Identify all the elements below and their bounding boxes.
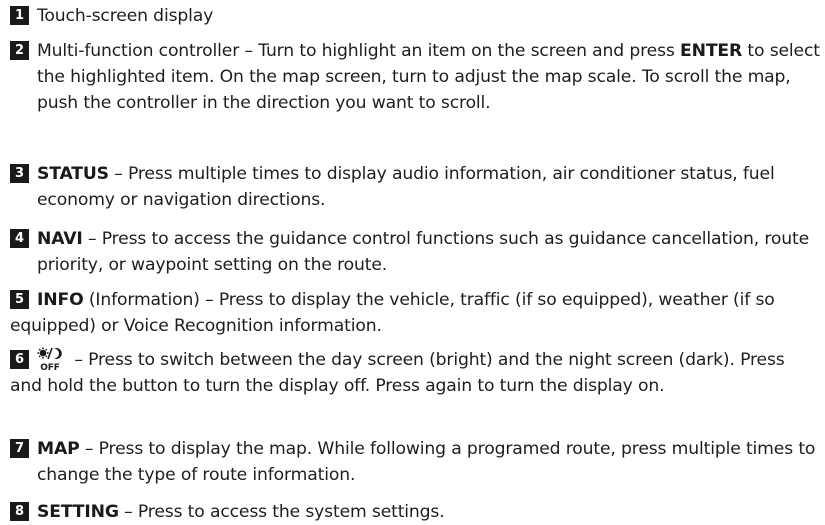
item-number-badge: 1 [10, 6, 29, 25]
manual-page: 1 Touch-screen display 2 Multi-function … [0, 0, 825, 522]
item-description: NAVI – Press to access the guidance cont… [37, 226, 821, 278]
key-label-enter: ENTER [680, 41, 743, 61]
item-number-badge: 5 [10, 290, 29, 309]
item-description: INFO (Information) – Press to display th… [10, 287, 821, 339]
off-label: OFF [40, 363, 60, 371]
key-label-navi: NAVI [37, 229, 83, 249]
item-text-after: – Press to display the map. While follow… [37, 439, 816, 485]
item-text: Touch-screen display [37, 6, 214, 26]
item-text-after: – Press to access the guidance control f… [37, 229, 810, 275]
list-item-6: 6 OFF – Press to switch between the day … [10, 347, 821, 399]
item-text-after: (Information) – Press to display the veh… [10, 290, 775, 336]
list-item-4: 4 NAVI – Press to access the guidance co… [10, 226, 821, 278]
item-description: OFF – Press to switch between the day sc… [10, 347, 821, 399]
day-night-off-icon: OFF [37, 347, 62, 371]
item-description: Touch-screen display [37, 3, 821, 29]
item-description: MAP – Press to display the map. While fo… [37, 436, 821, 488]
item-description: Multi-function controller – Turn to high… [37, 38, 821, 116]
item-number-badge: 4 [10, 229, 29, 248]
item-number-badge: 7 [10, 439, 29, 458]
key-label-status: STATUS [37, 164, 109, 184]
list-item-8: 8 SETTING – Press to access the system s… [10, 499, 821, 525]
list-item-3: 3 STATUS – Press multiple times to displ… [10, 161, 821, 213]
key-label-map: MAP [37, 439, 80, 459]
list-item-2: 2 Multi-function controller – Turn to hi… [10, 38, 821, 116]
item-text-after: – Press multiple times to display audio … [37, 164, 775, 210]
item-text-after: – Press to switch between the day screen… [10, 350, 785, 396]
list-item-7: 7 MAP – Press to display the map. While … [10, 436, 821, 488]
list-item-1: 1 Touch-screen display [10, 3, 821, 29]
item-text-before: Multi-function controller – Turn to high… [37, 41, 681, 61]
key-label-setting: SETTING [37, 502, 119, 522]
item-number-badge: 8 [10, 502, 29, 521]
item-text-after: – Press to access the system settings. [118, 502, 445, 522]
item-number-badge: 2 [10, 41, 29, 60]
key-label-info: INFO [37, 290, 84, 310]
item-number-badge: 6 [10, 350, 29, 369]
list-item-5: 5 INFO (Information) – Press to display … [10, 287, 821, 339]
item-number-badge: 3 [10, 164, 29, 183]
item-description: SETTING – Press to access the system set… [37, 499, 821, 525]
item-description: STATUS – Press multiple times to display… [37, 161, 821, 213]
